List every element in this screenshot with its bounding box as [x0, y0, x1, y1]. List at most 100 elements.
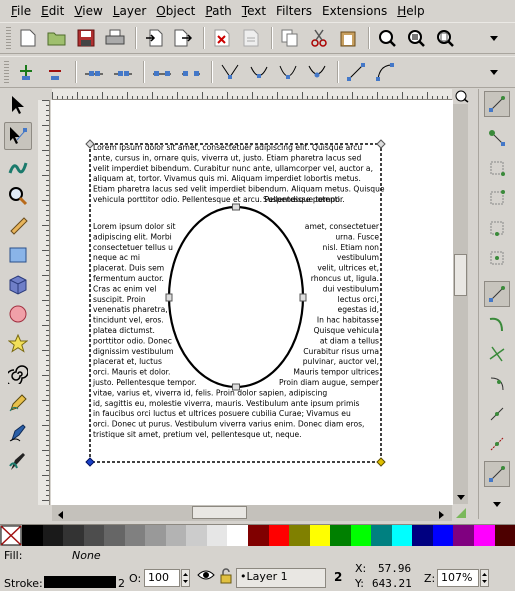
- palette-swatch[interactable]: [330, 525, 351, 546]
- zoom-corner-icon[interactable]: [454, 89, 470, 103]
- palette-swatch[interactable]: [494, 525, 515, 546]
- palette-swatch[interactable]: [104, 525, 125, 546]
- import-icon[interactable]: [141, 25, 167, 51]
- palette-swatch[interactable]: [124, 525, 146, 546]
- stroke-swatch[interactable]: [44, 576, 116, 588]
- symmetric-node-icon[interactable]: [275, 59, 301, 85]
- snap-page-border-icon[interactable]: [484, 461, 510, 487]
- zoom-drawing-icon[interactable]: [403, 25, 429, 51]
- menu-view[interactable]: View: [69, 0, 107, 22]
- palette-swatch[interactable]: [474, 525, 495, 546]
- insert-node-icon[interactable]: [13, 59, 39, 85]
- calligraphy-tool-icon[interactable]: [4, 448, 32, 476]
- ellipse-node-top[interactable]: [232, 203, 240, 211]
- redo-icon[interactable]: [238, 25, 264, 51]
- 3d-box-tool-icon[interactable]: [4, 271, 32, 299]
- palette-swatch[interactable]: [289, 525, 310, 546]
- visibility-eye-icon[interactable]: [197, 568, 215, 585]
- zoom-page-icon[interactable]: [432, 25, 458, 51]
- delete-node-icon[interactable]: [42, 59, 68, 85]
- snap-paths-icon[interactable]: [484, 311, 510, 337]
- fill-value[interactable]: None: [72, 549, 101, 562]
- menu-help[interactable]: Help: [392, 0, 429, 22]
- export-icon[interactable]: [170, 25, 196, 51]
- snap-enable-icon[interactable]: [484, 91, 510, 117]
- menu-file[interactable]: File: [6, 0, 36, 22]
- snap-object-centers-icon[interactable]: [484, 431, 510, 457]
- no-paint-swatch-icon[interactable]: [0, 525, 22, 546]
- delete-segment-icon[interactable]: [178, 59, 204, 85]
- break-path-icon[interactable]: [110, 59, 136, 85]
- cut-icon[interactable]: [306, 25, 332, 51]
- palette-swatch[interactable]: [371, 525, 392, 546]
- frame-handle-bottom-left[interactable]: [85, 457, 95, 467]
- menu-path[interactable]: Path: [200, 0, 236, 22]
- palette-swatch[interactable]: [350, 525, 372, 546]
- join-nodes-icon[interactable]: [81, 59, 107, 85]
- opacity-stepper[interactable]: [181, 569, 190, 587]
- snap-overflow-icon[interactable]: [484, 491, 510, 517]
- snap-bbox-corner-icon[interactable]: [484, 185, 510, 211]
- toolbar-overflow-icon[interactable]: [481, 25, 507, 51]
- menu-extensions[interactable]: Extensions: [317, 0, 392, 22]
- ellipse-node-right[interactable]: [299, 293, 307, 302]
- zoom-input[interactable]: 107%: [437, 569, 479, 587]
- toolbar-grip[interactable]: [4, 61, 9, 83]
- palette-swatch[interactable]: [83, 525, 105, 546]
- save-icon[interactable]: [73, 25, 99, 51]
- vertical-ruler[interactable]: [38, 100, 50, 505]
- snap-bbox-edge-icon[interactable]: [484, 155, 510, 181]
- palette-swatch[interactable]: [248, 525, 269, 546]
- copy-icon[interactable]: [277, 25, 303, 51]
- drawing-canvas[interactable]: Lorem ipsum dolor sit amet, consectetuer…: [51, 100, 453, 505]
- toolbar-grip[interactable]: [6, 27, 11, 49]
- auto-smooth-node-icon[interactable]: [304, 59, 330, 85]
- snap-midpoints-icon[interactable]: [484, 401, 510, 427]
- palette-swatch[interactable]: [165, 525, 187, 546]
- menu-edit[interactable]: Edit: [36, 0, 69, 22]
- horizontal-scroll-thumb[interactable]: [192, 506, 247, 519]
- palette-swatch[interactable]: [432, 525, 454, 546]
- segment-to-line-icon[interactable]: [343, 59, 369, 85]
- palette-swatch[interactable]: [145, 525, 166, 546]
- join-segment-icon[interactable]: [149, 59, 175, 85]
- stroke-width-value[interactable]: 2: [118, 577, 125, 590]
- node-tool-icon[interactable]: [4, 122, 32, 150]
- layer-selector[interactable]: •Layer 1: [236, 568, 326, 588]
- palette-swatch[interactable]: [186, 525, 207, 546]
- snap-bbox-icon[interactable]: [484, 125, 510, 151]
- pen-tool-icon[interactable]: [4, 419, 32, 447]
- print-icon[interactable]: [102, 25, 128, 51]
- open-folder-icon[interactable]: [44, 25, 70, 51]
- ellipse-shape[interactable]: [167, 205, 305, 389]
- ellipse-node-left[interactable]: [165, 293, 173, 302]
- rectangle-tool-icon[interactable]: [4, 241, 32, 269]
- lock-icon[interactable]: [220, 568, 232, 587]
- scroll-left-arrow-icon[interactable]: [56, 509, 64, 523]
- scroll-down-arrow-icon[interactable]: [456, 490, 466, 504]
- cusp-node-icon[interactable]: [217, 59, 243, 85]
- snap-bbox-center-icon[interactable]: [484, 245, 510, 271]
- selector-tool-icon[interactable]: [4, 91, 32, 119]
- tweak-tool-icon[interactable]: [4, 153, 32, 181]
- menu-text[interactable]: Text: [237, 0, 271, 22]
- opacity-input[interactable]: 100: [144, 569, 180, 587]
- snap-nodes-icon[interactable]: [484, 281, 510, 307]
- horizontal-ruler[interactable]: [52, 89, 452, 100]
- smooth-node-icon[interactable]: [246, 59, 272, 85]
- measure-tool-icon[interactable]: [4, 211, 32, 239]
- menu-filters[interactable]: Filters: [271, 0, 317, 22]
- frame-handle-bottom-right[interactable]: [376, 457, 386, 467]
- vertical-scrollbar[interactable]: [453, 104, 468, 504]
- segment-to-curve-icon[interactable]: [372, 59, 398, 85]
- corner-resize-icon[interactable]: [455, 507, 467, 522]
- zoom-selection-icon[interactable]: [374, 25, 400, 51]
- ellipse-node-bottom[interactable]: [232, 383, 240, 391]
- zoom-stepper[interactable]: [480, 569, 489, 587]
- palette-swatch[interactable]: [42, 525, 64, 546]
- horizontal-scrollbar[interactable]: [52, 505, 452, 521]
- palette-swatch[interactable]: [412, 525, 433, 546]
- scroll-right-arrow-icon[interactable]: [438, 509, 446, 523]
- new-document-icon[interactable]: [15, 25, 41, 51]
- palette-swatch[interactable]: [268, 525, 290, 546]
